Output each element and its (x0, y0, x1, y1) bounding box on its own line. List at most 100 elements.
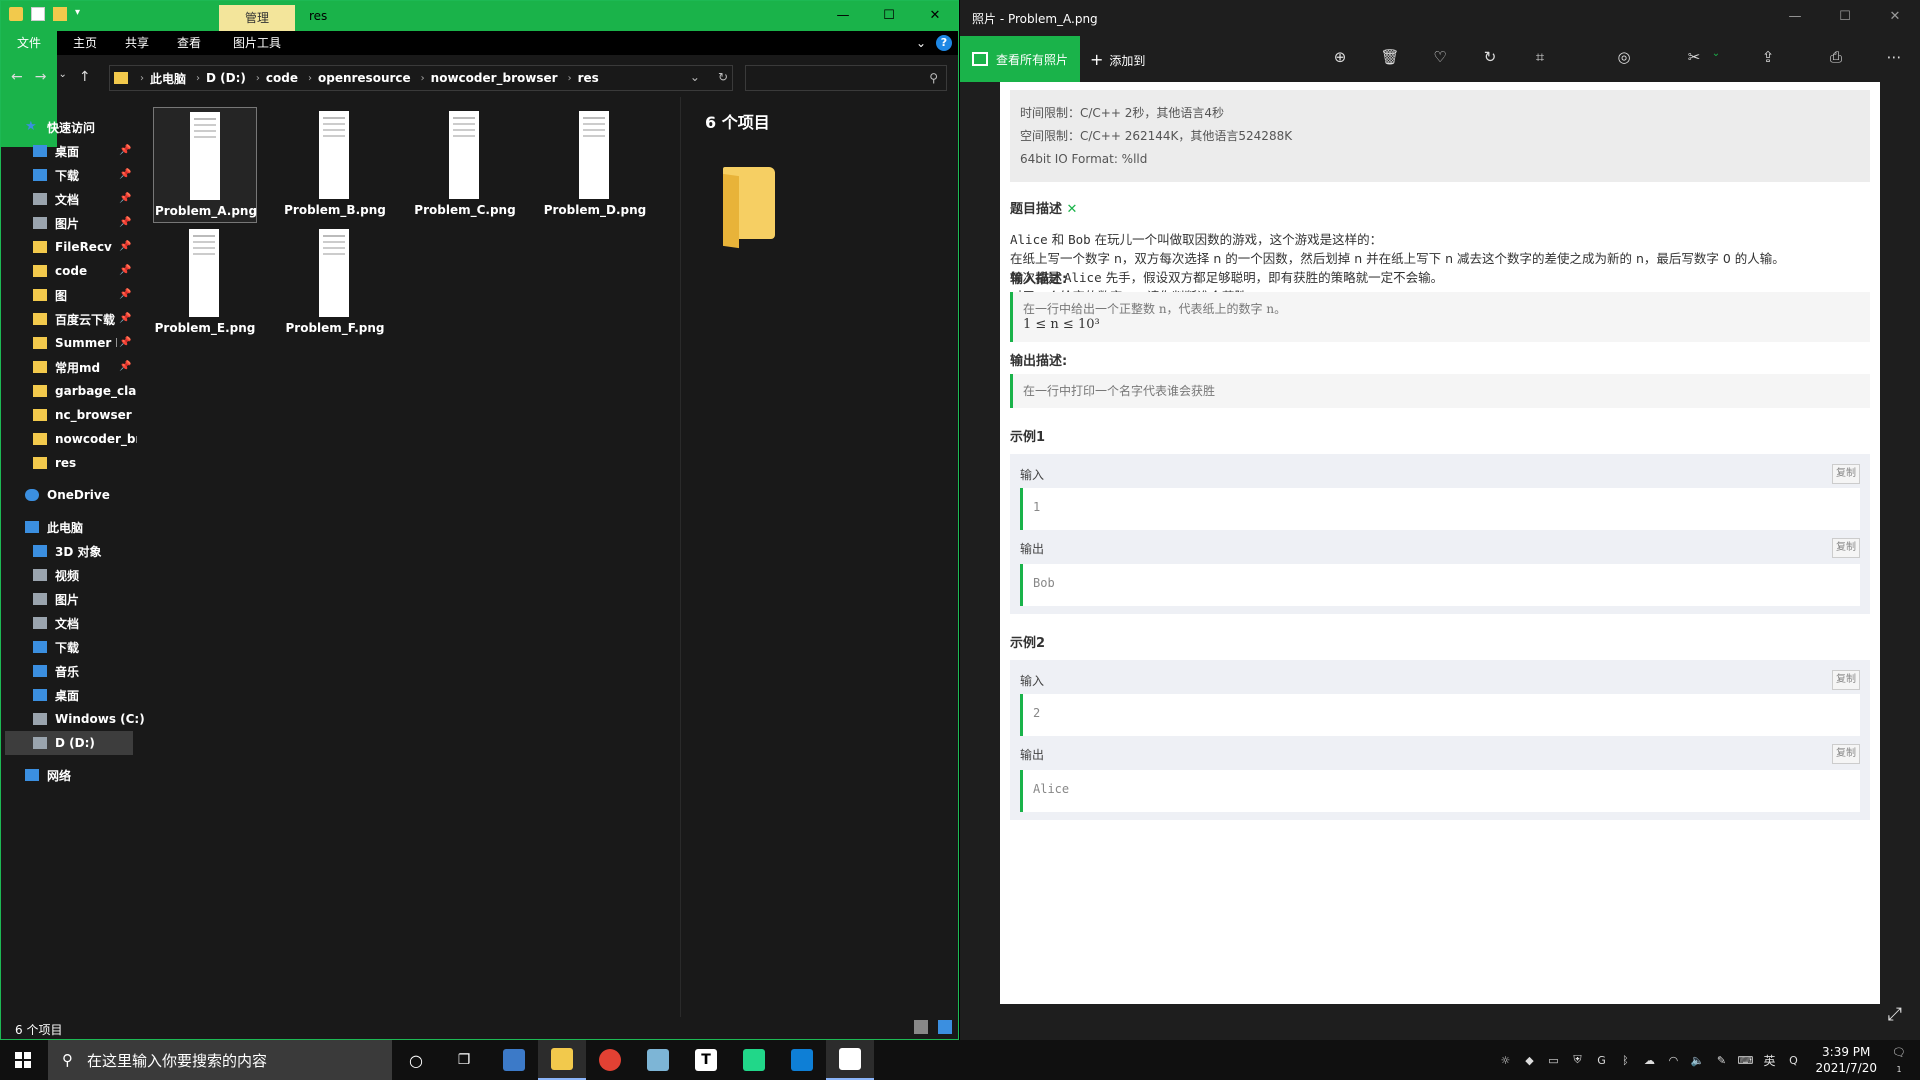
file-item[interactable]: Problem_A.png (153, 107, 257, 223)
heart-icon[interactable]: ♡ (1428, 48, 1452, 70)
nav-item-tu[interactable]: 图 (33, 283, 67, 307)
print-icon[interactable]: ⎙ (1824, 48, 1848, 70)
nav-network[interactable]: 网络 (25, 763, 71, 787)
volume-icon[interactable]: 🔈 (1688, 1054, 1706, 1067)
address-dropdown-icon[interactable]: ⌄ (690, 70, 700, 84)
nav-item-pictures[interactable]: 图片 (33, 211, 79, 235)
nav-item-summer[interactable]: Summer Pc (33, 331, 117, 355)
nav-item-baidu[interactable]: 百度云下载 (33, 307, 115, 331)
file-item[interactable]: Problem_E.png (153, 225, 257, 341)
copy-button[interactable]: 复制 (1832, 464, 1860, 484)
cloud-icon[interactable]: ☁ (1640, 1054, 1658, 1067)
nav-item-desktop[interactable]: 桌面 (33, 139, 79, 163)
nav-item-pc-downloads[interactable]: 下载 (33, 635, 79, 659)
copy-button[interactable]: 复制 (1832, 744, 1860, 764)
cortana-icon[interactable]: ○ (392, 1040, 440, 1080)
forward-icon[interactable]: → (35, 69, 47, 85)
nav-item-nc-browser[interactable]: nc_browser (33, 403, 132, 427)
tab-view[interactable]: 查看 (169, 31, 209, 55)
breadcrumb-nowcoder-browser[interactable]: nowcoder_browser (431, 71, 558, 85)
clock[interactable]: 3:39 PM 2021/7/20 (1815, 1044, 1877, 1076)
minimize-button[interactable]: — (1770, 0, 1820, 34)
nav-this-pc[interactable]: 此电脑 (25, 515, 83, 539)
zoom-icon[interactable]: ⊕ (1328, 48, 1352, 70)
recent-dropdown-icon[interactable]: ⌄ (58, 69, 66, 85)
pycharm-app[interactable] (730, 1040, 778, 1080)
close-button[interactable]: ✕ (1870, 0, 1920, 34)
nav-item-res[interactable]: res (33, 451, 76, 475)
nav-item-pc-documents[interactable]: 文档 (33, 611, 79, 635)
rotate-icon[interactable]: ↻ (1478, 48, 1502, 70)
nvidia-icon[interactable]: ◆ (1520, 1054, 1538, 1067)
edit-create-icon[interactable]: ✂ (1682, 48, 1706, 70)
shield-icon[interactable]: ⛨ (1568, 1053, 1586, 1067)
see-all-photos-button[interactable]: 查看所有照片 (960, 36, 1080, 82)
refresh-icon[interactable]: ↻ (718, 70, 728, 84)
share-icon[interactable]: ⇪ (1756, 48, 1780, 70)
copy-button[interactable]: 复制 (1832, 538, 1860, 558)
details-view-icon[interactable] (914, 1020, 928, 1034)
bluetooth-icon[interactable]: ᛒ (1616, 1054, 1634, 1067)
enhance-icon[interactable]: ◎ (1612, 48, 1636, 70)
typora-app[interactable]: T (682, 1040, 730, 1080)
app-tray-icon[interactable]: G (1592, 1054, 1610, 1067)
nav-item-3d[interactable]: 3D 对象 (33, 539, 102, 563)
delete-icon[interactable]: 🗑 (1378, 48, 1402, 70)
start-button[interactable] (0, 1040, 46, 1080)
minimize-button[interactable]: — (820, 1, 866, 31)
breadcrumb-openresource[interactable]: openresource (318, 71, 411, 85)
task-view-icon[interactable]: ❐ (440, 1040, 488, 1080)
nav-item-md[interactable]: 常用md (33, 355, 100, 379)
notes-app[interactable] (634, 1040, 682, 1080)
nav-item-code[interactable]: code (33, 259, 87, 283)
search-input[interactable]: ⚲ (745, 65, 947, 91)
close-button[interactable]: ✕ (912, 1, 958, 31)
taskbar-search[interactable]: ⚲ 在这里输入你要搜索的内容 (48, 1040, 392, 1080)
manage-tab[interactable]: 管理 (219, 5, 295, 31)
address-bar[interactable]: › 此电脑 › D (D:) › code › openresource › nowco… (109, 65, 733, 91)
calculator-app[interactable] (490, 1040, 538, 1080)
nav-item-music[interactable]: 音乐 (33, 659, 79, 683)
wifi-icon[interactable]: ◠ (1664, 1054, 1682, 1067)
keyboard-icon[interactable]: ⌨ (1736, 1054, 1754, 1067)
maximize-button[interactable]: ☐ (866, 1, 912, 31)
tab-home[interactable]: 主页 (65, 31, 105, 55)
nav-item-pc-desktop[interactable]: 桌面 (33, 683, 79, 707)
tab-share[interactable]: 共享 (117, 31, 157, 55)
up-icon[interactable]: ↑ (79, 69, 91, 85)
nav-quick-access[interactable]: ★ 快速访问 (25, 115, 95, 139)
folder-icon[interactable] (9, 7, 23, 21)
notification-icon[interactable]: 🗨1 (1890, 1046, 1908, 1074)
photos-app[interactable] (826, 1040, 874, 1080)
pen-icon[interactable]: ✎ (1712, 1054, 1730, 1067)
breadcrumb-d-drive[interactable]: D (D:) (206, 71, 246, 85)
battery-icon[interactable]: ▭ (1544, 1054, 1562, 1067)
qq-icon[interactable]: Q (1784, 1054, 1802, 1067)
maximize-button[interactable]: ☐ (1820, 0, 1870, 34)
back-icon[interactable]: ← (11, 69, 23, 85)
more-icon[interactable]: ⋯ (1882, 48, 1906, 70)
file-item[interactable]: Problem_D.png (543, 107, 647, 223)
help-icon[interactable]: ? (936, 35, 952, 51)
brightness-icon[interactable]: ☼ (1496, 1054, 1514, 1067)
breadcrumb-res[interactable]: res (578, 71, 599, 85)
nav-item-documents[interactable]: 文档 (33, 187, 79, 211)
breadcrumb-code[interactable]: code (266, 71, 298, 85)
nav-onedrive[interactable]: OneDrive (25, 483, 110, 507)
customize-dropdown-icon[interactable]: ▾ (75, 7, 80, 21)
chevron-down-icon[interactable]: ⌄ (1704, 48, 1728, 70)
add-to-button[interactable]: + 添加到 (1090, 50, 1145, 69)
nav-item-filerecv[interactable]: FileRecv (33, 235, 112, 259)
file-item[interactable]: Problem_F.png (283, 225, 387, 341)
nav-item-pc-pictures[interactable]: 图片 (33, 587, 79, 611)
fullscreen-icon[interactable]: ⤢ (1888, 1004, 1902, 1025)
file-explorer-app[interactable] (538, 1040, 586, 1080)
breadcrumb-this-pc[interactable]: 此电脑 (150, 70, 186, 87)
file-item[interactable]: Problem_B.png (283, 107, 387, 223)
copy-button[interactable]: 复制 (1832, 670, 1860, 690)
new-folder-icon[interactable] (53, 7, 67, 21)
expand-ribbon-icon[interactable]: ⌄ (916, 36, 926, 50)
chrome-app[interactable] (586, 1040, 634, 1080)
nav-item-d-drive[interactable]: D (D:) (5, 731, 133, 755)
properties-icon[interactable] (31, 7, 45, 21)
